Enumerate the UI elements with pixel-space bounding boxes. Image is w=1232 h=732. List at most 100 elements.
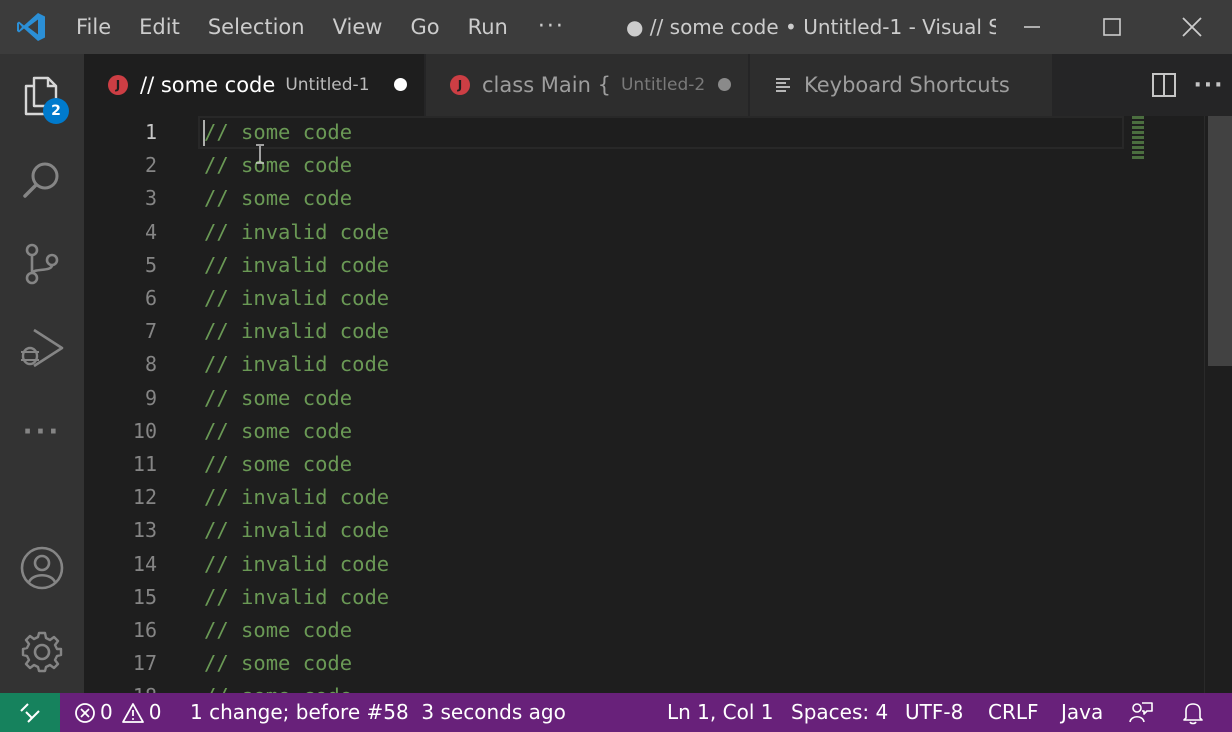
warning-icon: [121, 702, 144, 723]
split-editor-icon: [1152, 73, 1176, 97]
code-line[interactable]: // some code: [204, 448, 352, 481]
tab-label: class Main {: [482, 73, 611, 97]
code-line[interactable]: // invalid code: [204, 548, 389, 581]
code-line[interactable]: // some code: [204, 680, 352, 693]
manage-button[interactable]: [0, 610, 84, 694]
java-file-icon: J: [108, 75, 128, 95]
explorer-button[interactable]: 2: [0, 54, 84, 138]
code-line[interactable]: // invalid code: [204, 514, 389, 547]
java-file-icon: J: [450, 75, 470, 95]
code-line[interactable]: // some code: [204, 647, 352, 680]
change-info[interactable]: 1 change; before #58 3 seconds ago: [190, 693, 566, 732]
tab-label: // some code: [140, 73, 276, 97]
menu-selection[interactable]: Selection: [194, 0, 319, 54]
gear-icon: [21, 631, 63, 673]
warning-count: 0: [148, 700, 162, 724]
editor-actions: ···: [1142, 54, 1232, 116]
feedback-button[interactable]: [1128, 693, 1154, 732]
more-icon: ···: [22, 417, 62, 447]
line-number: 12: [132, 485, 157, 509]
source-control-button[interactable]: [0, 222, 84, 306]
tab-untitled-2[interactable]: J class Main { Untitled-2: [426, 54, 748, 116]
menu-more[interactable]: ···: [522, 0, 581, 54]
maximize-button[interactable]: [1072, 0, 1152, 54]
line-number: 8: [144, 352, 157, 376]
window-title: ● // some code • Untitled-1 - Visual S..…: [626, 15, 996, 39]
minimap-line: [1132, 146, 1144, 149]
end-of-line[interactable]: CRLF: [988, 693, 1039, 732]
editor-tab-bar: J // some code Untitled-1 J class Main {…: [84, 54, 1232, 116]
tab-label: Keyboard Shortcuts: [804, 73, 1010, 97]
menu-file[interactable]: File: [62, 0, 125, 54]
search-icon: [23, 162, 59, 198]
more-icon: ···: [1193, 72, 1225, 98]
code-line[interactable]: // some code: [204, 415, 352, 448]
accounts-button[interactable]: [0, 526, 84, 610]
remote-button[interactable]: [0, 693, 60, 732]
i-beam-cursor-icon: [256, 144, 264, 164]
title-bar: File Edit Selection View Go Run ··· ● //…: [0, 0, 1232, 54]
code-line[interactable]: // some code: [204, 116, 352, 149]
line-number-gutter: 123456789101112131415161718: [84, 116, 184, 693]
run-debug-button[interactable]: [0, 306, 84, 390]
line-number: 11: [132, 452, 157, 476]
more-views-button[interactable]: ···: [0, 390, 84, 474]
language-mode[interactable]: Java: [1061, 693, 1103, 732]
code-line[interactable]: // some code: [204, 149, 352, 182]
line-number: 15: [132, 585, 157, 609]
menu-edit[interactable]: Edit: [125, 0, 194, 54]
menu-run[interactable]: Run: [454, 0, 522, 54]
status-bar: 0 0 1 change; before #58 3 seconds ago L…: [0, 693, 1232, 732]
close-icon: [1182, 17, 1202, 37]
activity-bar: 2 ···: [0, 54, 84, 694]
bell-icon: [1183, 702, 1203, 724]
code-line[interactable]: // invalid code: [204, 216, 389, 249]
minimap-line: [1132, 126, 1144, 129]
more-actions-button[interactable]: ···: [1186, 54, 1232, 116]
vscode-logo-icon[interactable]: [0, 0, 62, 54]
code-line[interactable]: // some code: [204, 182, 352, 215]
menu-view[interactable]: View: [319, 0, 397, 54]
menu-go[interactable]: Go: [396, 0, 453, 54]
line-number: 1: [144, 120, 157, 144]
code-line[interactable]: // some code: [204, 382, 352, 415]
indentation[interactable]: Spaces: 4: [791, 693, 888, 732]
explorer-badge: 2: [43, 98, 69, 124]
code-line[interactable]: // some code: [204, 614, 352, 647]
encoding[interactable]: UTF-8: [905, 693, 963, 732]
unsaved-dot-icon[interactable]: [718, 78, 731, 91]
account-icon: [20, 546, 64, 590]
code-line[interactable]: // invalid code: [204, 282, 389, 315]
search-button[interactable]: [0, 138, 84, 222]
code-line[interactable]: // invalid code: [204, 249, 389, 282]
minimap-line: [1132, 136, 1144, 139]
minimap-line: [1132, 121, 1144, 124]
close-window-button[interactable]: [1152, 0, 1232, 54]
minimize-button[interactable]: [992, 0, 1072, 54]
problems-button[interactable]: 0 0: [74, 693, 161, 732]
line-number: 10: [132, 419, 157, 443]
cursor-position[interactable]: Ln 1, Col 1: [667, 693, 773, 732]
tab-keyboard-shortcuts[interactable]: Keyboard Shortcuts: [750, 54, 1052, 116]
source-control-icon: [25, 243, 59, 285]
tab-description: Untitled-1: [285, 75, 370, 95]
line-number: 13: [132, 518, 157, 542]
code-line[interactable]: // invalid code: [204, 315, 389, 348]
code-editor[interactable]: 123456789101112131415161718 // some code…: [84, 116, 1232, 693]
text-cursor: [203, 120, 205, 146]
unsaved-dot-icon[interactable]: [394, 78, 407, 91]
line-number: 4: [144, 220, 157, 244]
code-line[interactable]: // invalid code: [204, 481, 389, 514]
code-line[interactable]: // invalid code: [204, 581, 389, 614]
line-number: 6: [144, 286, 157, 310]
minimap[interactable]: [1132, 116, 1148, 166]
tab-untitled-1[interactable]: J // some code Untitled-1: [84, 54, 424, 116]
scrollbar-thumb[interactable]: [1208, 116, 1232, 366]
menu-bar: File Edit Selection View Go Run ···: [62, 0, 581, 54]
error-count: 0: [100, 700, 113, 724]
list-icon: [776, 78, 790, 92]
split-editor-button[interactable]: [1142, 54, 1186, 116]
notifications-button[interactable]: [1182, 693, 1204, 732]
code-line[interactable]: // invalid code: [204, 348, 389, 381]
line-number: 16: [132, 618, 157, 642]
